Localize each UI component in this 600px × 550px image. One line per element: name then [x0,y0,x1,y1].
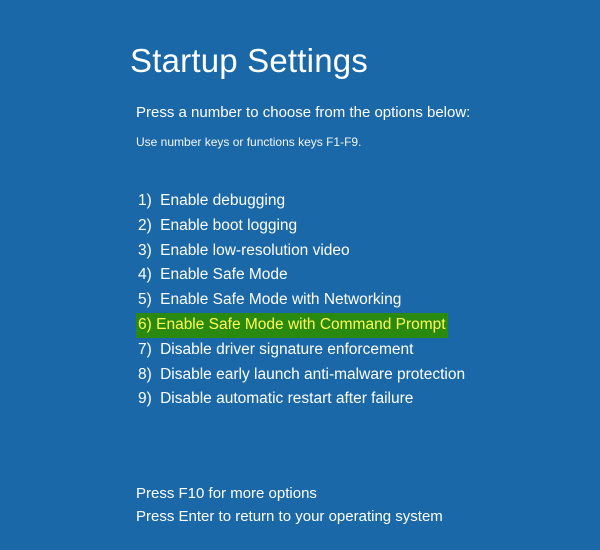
option-label: Disable driver signature enforcement [158,338,415,363]
option-label: Disable early launch anti-malware protec… [158,363,467,388]
option-1[interactable]: 1) Enable debugging [136,189,600,214]
option-label: Enable boot logging [158,214,299,239]
option-3[interactable]: 3) Enable low-resolution video [136,239,600,264]
footer: Press F10 for more options Press Enter t… [136,482,600,529]
option-5[interactable]: 5) Enable Safe Mode with Networking [136,288,600,313]
option-9[interactable]: 9) Disable automatic restart after failu… [136,387,600,412]
option-label: Enable Safe Mode with Networking [158,288,403,313]
option-label: 4) [136,263,154,288]
hint-text: Use number keys or functions keys F1-F9. [136,135,600,149]
option-label: 7) [136,338,154,363]
option-4[interactable]: 4) Enable Safe Mode [136,263,600,288]
option-label: 5) [136,288,154,313]
option-6[interactable]: 6) Enable Safe Mode with Command Prompt [136,313,600,338]
option-label: Enable low-resolution video [158,239,352,264]
option-label: 2) [136,214,154,239]
option-label: Disable automatic restart after failure [158,387,415,412]
option-2[interactable]: 2) Enable boot logging [136,214,600,239]
option-7[interactable]: 7) Disable driver signature enforcement [136,338,600,363]
startup-settings-screen: Startup Settings Press a number to choos… [0,0,600,529]
option-label: Enable debugging [158,189,287,214]
options-list: 1) Enable debugging 2) Enable boot loggi… [136,189,600,412]
instruction-text: Press a number to choose from the option… [136,104,600,121]
option-label-highlighted: 6) Enable Safe Mode with Command Prompt [136,313,448,338]
page-title: Startup Settings [130,42,600,80]
option-label: 3) [136,239,154,264]
footer-more-options: Press F10 for more options [136,482,600,505]
option-label: 8) [136,363,154,388]
option-label: 9) [136,387,154,412]
option-label: Enable Safe Mode [158,263,290,288]
footer-return: Press Enter to return to your operating … [136,505,600,528]
option-label: 1) [136,189,154,214]
option-8[interactable]: 8) Disable early launch anti-malware pro… [136,363,600,388]
